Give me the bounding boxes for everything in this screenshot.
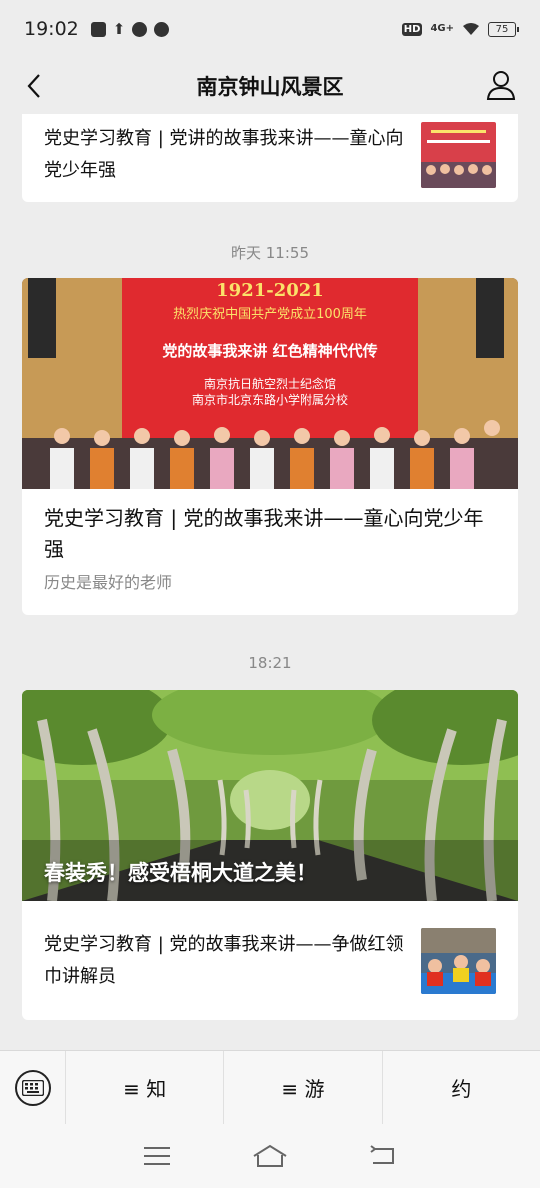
- menu-item-zhi[interactable]: ≡ 知: [66, 1050, 225, 1125]
- article-list-item[interactable]: 党史学习教育 | 党讲的故事我来讲——童心向党少年强: [22, 114, 518, 202]
- article-thumbnail: [421, 927, 496, 994]
- official-account-menu: ≡ 知 ≡ 游 约: [0, 1050, 540, 1125]
- banner-year: 1921-2021: [216, 280, 324, 301]
- article-title: 党史学习教育 | 党的故事我来讲——童心向党少年强: [44, 506, 484, 561]
- status-time: 19:02: [24, 18, 79, 40]
- page-title: 南京钟山风景区: [196, 75, 344, 99]
- article-cover-image: 1921-2021 热烈庆祝中国共产党成立100周年 党的故事我来讲 红色精神代…: [22, 278, 518, 489]
- notification-icons: ⬆: [90, 20, 170, 38]
- home-button[interactable]: [252, 1141, 288, 1171]
- hd-icon: HD: [401, 22, 423, 36]
- profile-button[interactable]: [484, 68, 518, 102]
- message-timestamp: 18:21: [248, 654, 292, 672]
- article-title: 党史学习教育 | 党的故事我来讲——争做红领巾讲解员: [44, 933, 404, 987]
- menu-lines-icon: [143, 1147, 170, 1165]
- article-card[interactable]: 春装秀！感受梧桐大道之美！ 党史学习教育 | 党的故事我来讲——争做红领巾讲解员: [22, 690, 518, 1020]
- article-card-partial[interactable]: 党史学习教育 | 党讲的故事我来讲——童心向党少年强: [22, 114, 518, 202]
- user-icon: [486, 71, 516, 100]
- banner-line-1: 热烈庆祝中国共产党成立100周年: [173, 307, 367, 322]
- article-list-item[interactable]: 党史学习教育 | 党的故事我来讲——争做红领巾讲解员: [22, 901, 518, 1020]
- wifi-icon: [463, 23, 479, 35]
- system-navigation-bar: [0, 1124, 540, 1188]
- compass-icon: [154, 21, 170, 37]
- keyboard-toggle-button[interactable]: [0, 1050, 66, 1125]
- chat-bubble-icon: [132, 21, 148, 37]
- return-icon: [370, 1145, 395, 1164]
- menu-item-you[interactable]: ≡ 游: [224, 1050, 383, 1125]
- article-title: 党史学习教育 | 党讲的故事我来讲——童心向党少年强: [44, 128, 404, 181]
- back-system-button[interactable]: [365, 1141, 401, 1171]
- menu-item-yue[interactable]: 约: [383, 1051, 540, 1125]
- article-card[interactable]: 1921-2021 热烈庆祝中国共产党成立100周年 党的故事我来讲 红色精神代…: [22, 278, 518, 615]
- status-right-icons: HD 4G+ 75: [401, 21, 519, 37]
- signal-icon: 4G+: [430, 23, 454, 34]
- banner-line-2: 党的故事我来讲 红色精神代代传: [162, 342, 377, 360]
- upload-icon: ⬆: [112, 20, 126, 38]
- article-thumbnail: [421, 122, 496, 188]
- recents-button[interactable]: [139, 1141, 175, 1171]
- status-bar: 19:02 ⬆ HD 4G+ 75: [0, 0, 540, 58]
- keyboard-icon: [21, 1079, 44, 1096]
- article-digest: 历史是最好的老师: [44, 573, 173, 592]
- message-feed[interactable]: 党史学习教育 | 党讲的故事我来讲——童心向党少年强 昨天 11:55 1921…: [0, 114, 540, 1050]
- message-timestamp: 昨天 11:55: [231, 244, 309, 262]
- banner-line-3: 南京抗日航空烈士纪念馆: [204, 376, 336, 391]
- mail-icon: [90, 21, 106, 37]
- banner-line-4: 南京市北京东路小学附属分校: [192, 392, 348, 407]
- chevron-left-icon: [27, 74, 40, 98]
- home-icon: [253, 1144, 287, 1167]
- article-cover-image: 春装秀！感受梧桐大道之美！: [22, 690, 518, 901]
- battery-icon: 75: [488, 21, 519, 37]
- nav-bar: 南京钟山风景区: [0, 58, 540, 114]
- back-button[interactable]: [18, 70, 50, 102]
- cover-caption: 春装秀！感受梧桐大道之美！: [44, 861, 317, 885]
